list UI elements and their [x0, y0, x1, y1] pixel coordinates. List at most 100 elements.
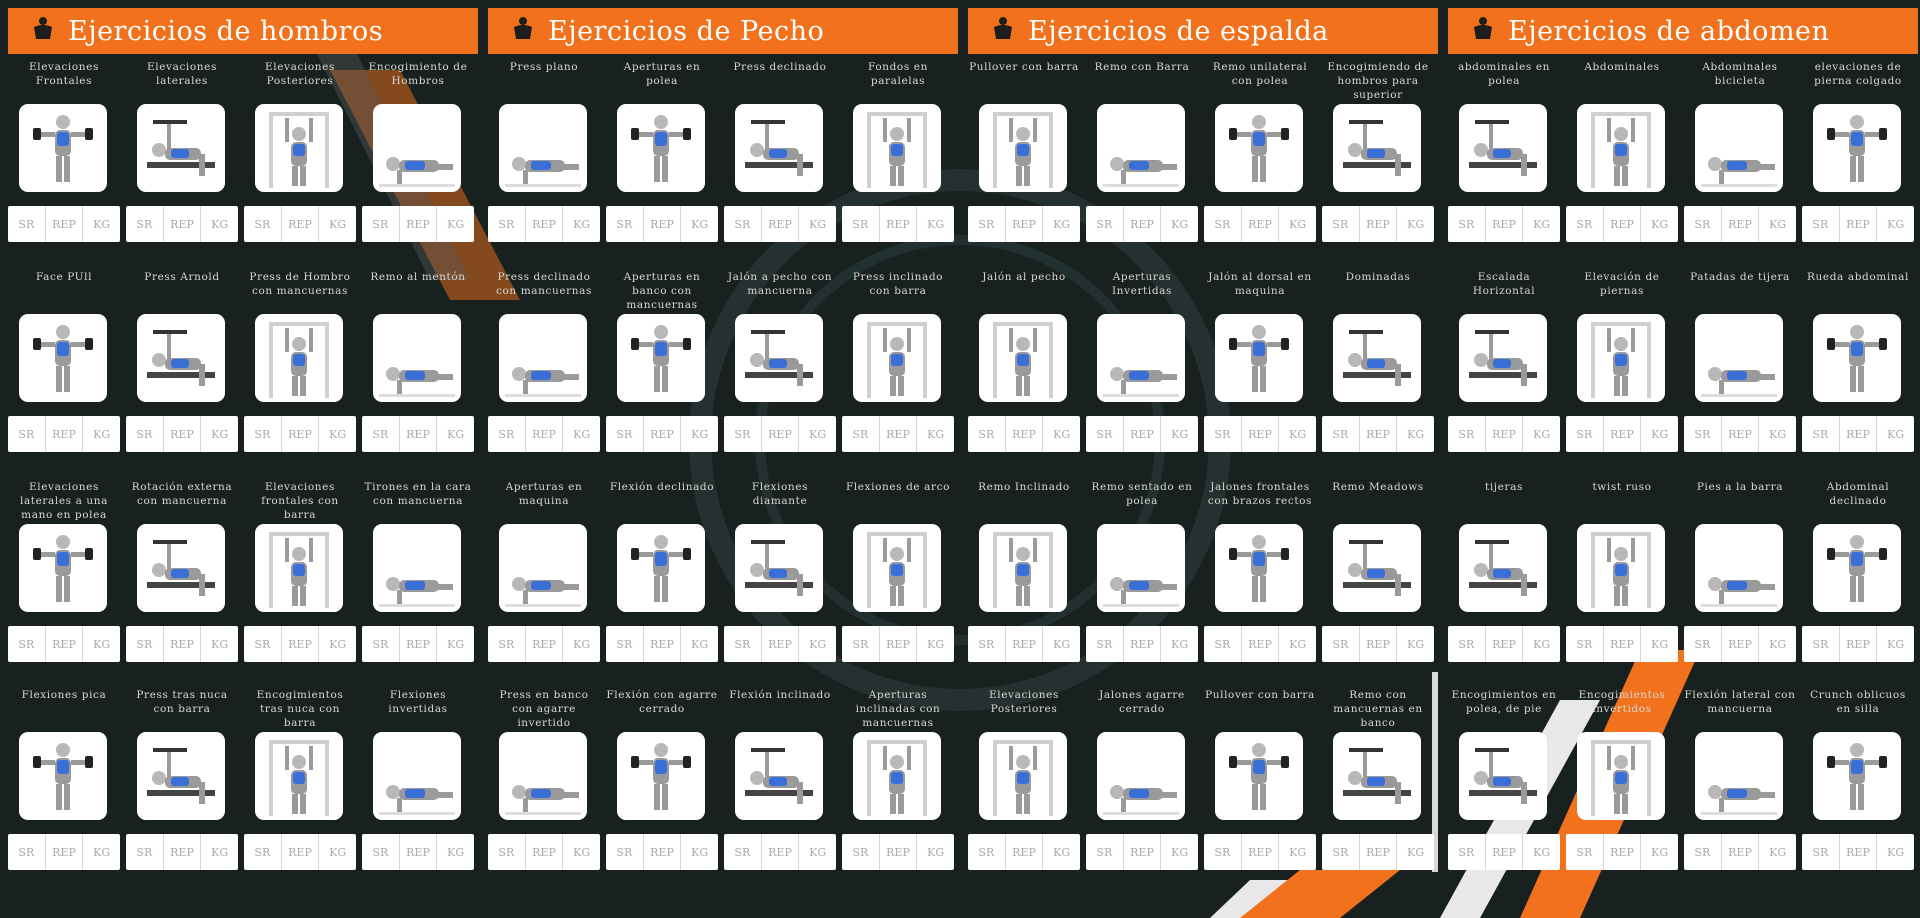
sets-field[interactable]: SR	[1566, 834, 1604, 870]
sets-field[interactable]: SR	[8, 206, 46, 242]
reps-field[interactable]: REP	[1242, 416, 1280, 452]
weight-field[interactable]: KG	[681, 416, 718, 452]
reps-field[interactable]: REP	[1360, 834, 1398, 870]
sets-field[interactable]: SR	[968, 416, 1006, 452]
reps-field[interactable]: REP	[1840, 206, 1878, 242]
sets-field[interactable]: SR	[1802, 206, 1840, 242]
sets-field[interactable]: SR	[1086, 416, 1124, 452]
weight-field[interactable]: KG	[1523, 206, 1560, 242]
reps-field[interactable]: REP	[1722, 416, 1760, 452]
weight-field[interactable]: KG	[1043, 626, 1080, 662]
reps-field[interactable]: REP	[1486, 834, 1524, 870]
reps-field[interactable]: REP	[400, 206, 438, 242]
weight-field[interactable]: KG	[319, 206, 356, 242]
weight-field[interactable]: KG	[83, 834, 120, 870]
weight-field[interactable]: KG	[319, 416, 356, 452]
sets-field[interactable]: SR	[244, 206, 282, 242]
sets-field[interactable]: SR	[842, 206, 880, 242]
sets-field[interactable]: SR	[724, 206, 762, 242]
reps-field[interactable]: REP	[1242, 834, 1280, 870]
reps-field[interactable]: REP	[282, 416, 320, 452]
reps-field[interactable]: REP	[1722, 626, 1760, 662]
weight-field[interactable]: KG	[1759, 834, 1796, 870]
sets-field[interactable]: SR	[1802, 626, 1840, 662]
sets-field[interactable]: SR	[488, 416, 526, 452]
sets-field[interactable]: SR	[8, 416, 46, 452]
weight-field[interactable]: KG	[1523, 416, 1560, 452]
sets-field[interactable]: SR	[1566, 626, 1604, 662]
weight-field[interactable]: KG	[1641, 626, 1678, 662]
reps-field[interactable]: REP	[1486, 206, 1524, 242]
reps-field[interactable]: REP	[1486, 416, 1524, 452]
reps-field[interactable]: REP	[1242, 206, 1280, 242]
reps-field[interactable]: REP	[164, 834, 202, 870]
reps-field[interactable]: REP	[282, 206, 320, 242]
weight-field[interactable]: KG	[1641, 416, 1678, 452]
sets-field[interactable]: SR	[244, 626, 282, 662]
sets-field[interactable]: SR	[488, 834, 526, 870]
reps-field[interactable]: REP	[46, 626, 84, 662]
weight-field[interactable]: KG	[1759, 206, 1796, 242]
sets-field[interactable]: SR	[842, 834, 880, 870]
weight-field[interactable]: KG	[1279, 626, 1316, 662]
weight-field[interactable]: KG	[681, 834, 718, 870]
reps-field[interactable]: REP	[880, 416, 918, 452]
weight-field[interactable]: KG	[1877, 834, 1914, 870]
sets-field[interactable]: SR	[1204, 626, 1242, 662]
reps-field[interactable]: REP	[526, 206, 564, 242]
sets-field[interactable]: SR	[1204, 416, 1242, 452]
weight-field[interactable]: KG	[83, 626, 120, 662]
reps-field[interactable]: REP	[762, 834, 800, 870]
weight-field[interactable]: KG	[1523, 834, 1560, 870]
reps-field[interactable]: REP	[400, 416, 438, 452]
reps-field[interactable]: REP	[282, 834, 320, 870]
sets-field[interactable]: SR	[606, 206, 644, 242]
weight-field[interactable]: KG	[799, 834, 836, 870]
reps-field[interactable]: REP	[1006, 626, 1044, 662]
weight-field[interactable]: KG	[1043, 416, 1080, 452]
sets-field[interactable]: SR	[1448, 834, 1486, 870]
sets-field[interactable]: SR	[362, 626, 400, 662]
reps-field[interactable]: REP	[282, 626, 320, 662]
weight-field[interactable]: KG	[201, 626, 238, 662]
reps-field[interactable]: REP	[1006, 416, 1044, 452]
weight-field[interactable]: KG	[1877, 626, 1914, 662]
weight-field[interactable]: KG	[1043, 206, 1080, 242]
weight-field[interactable]: KG	[563, 626, 600, 662]
reps-field[interactable]: REP	[1124, 416, 1162, 452]
reps-field[interactable]: REP	[1604, 834, 1642, 870]
reps-field[interactable]: REP	[1840, 834, 1878, 870]
reps-field[interactable]: REP	[1722, 206, 1760, 242]
weight-field[interactable]: KG	[1397, 416, 1434, 452]
sets-field[interactable]: SR	[244, 834, 282, 870]
reps-field[interactable]: REP	[46, 206, 84, 242]
reps-field[interactable]: REP	[164, 626, 202, 662]
reps-field[interactable]: REP	[762, 626, 800, 662]
weight-field[interactable]: KG	[1161, 416, 1198, 452]
sets-field[interactable]: SR	[1684, 834, 1722, 870]
reps-field[interactable]: REP	[880, 206, 918, 242]
weight-field[interactable]: KG	[437, 416, 474, 452]
reps-field[interactable]: REP	[1006, 206, 1044, 242]
sets-field[interactable]: SR	[1566, 416, 1604, 452]
reps-field[interactable]: REP	[1604, 206, 1642, 242]
weight-field[interactable]: KG	[563, 416, 600, 452]
weight-field[interactable]: KG	[799, 626, 836, 662]
weight-field[interactable]: KG	[1161, 626, 1198, 662]
weight-field[interactable]: KG	[1523, 626, 1560, 662]
weight-field[interactable]: KG	[1759, 626, 1796, 662]
reps-field[interactable]: REP	[164, 416, 202, 452]
reps-field[interactable]: REP	[1242, 626, 1280, 662]
weight-field[interactable]: KG	[1161, 834, 1198, 870]
reps-field[interactable]: REP	[1604, 626, 1642, 662]
sets-field[interactable]: SR	[362, 834, 400, 870]
sets-field[interactable]: SR	[488, 626, 526, 662]
sets-field[interactable]: SR	[1448, 206, 1486, 242]
sets-field[interactable]: SR	[1684, 626, 1722, 662]
weight-field[interactable]: KG	[1279, 834, 1316, 870]
reps-field[interactable]: REP	[644, 834, 682, 870]
sets-field[interactable]: SR	[1322, 416, 1360, 452]
weight-field[interactable]: KG	[437, 626, 474, 662]
sets-field[interactable]: SR	[1322, 626, 1360, 662]
reps-field[interactable]: REP	[46, 416, 84, 452]
